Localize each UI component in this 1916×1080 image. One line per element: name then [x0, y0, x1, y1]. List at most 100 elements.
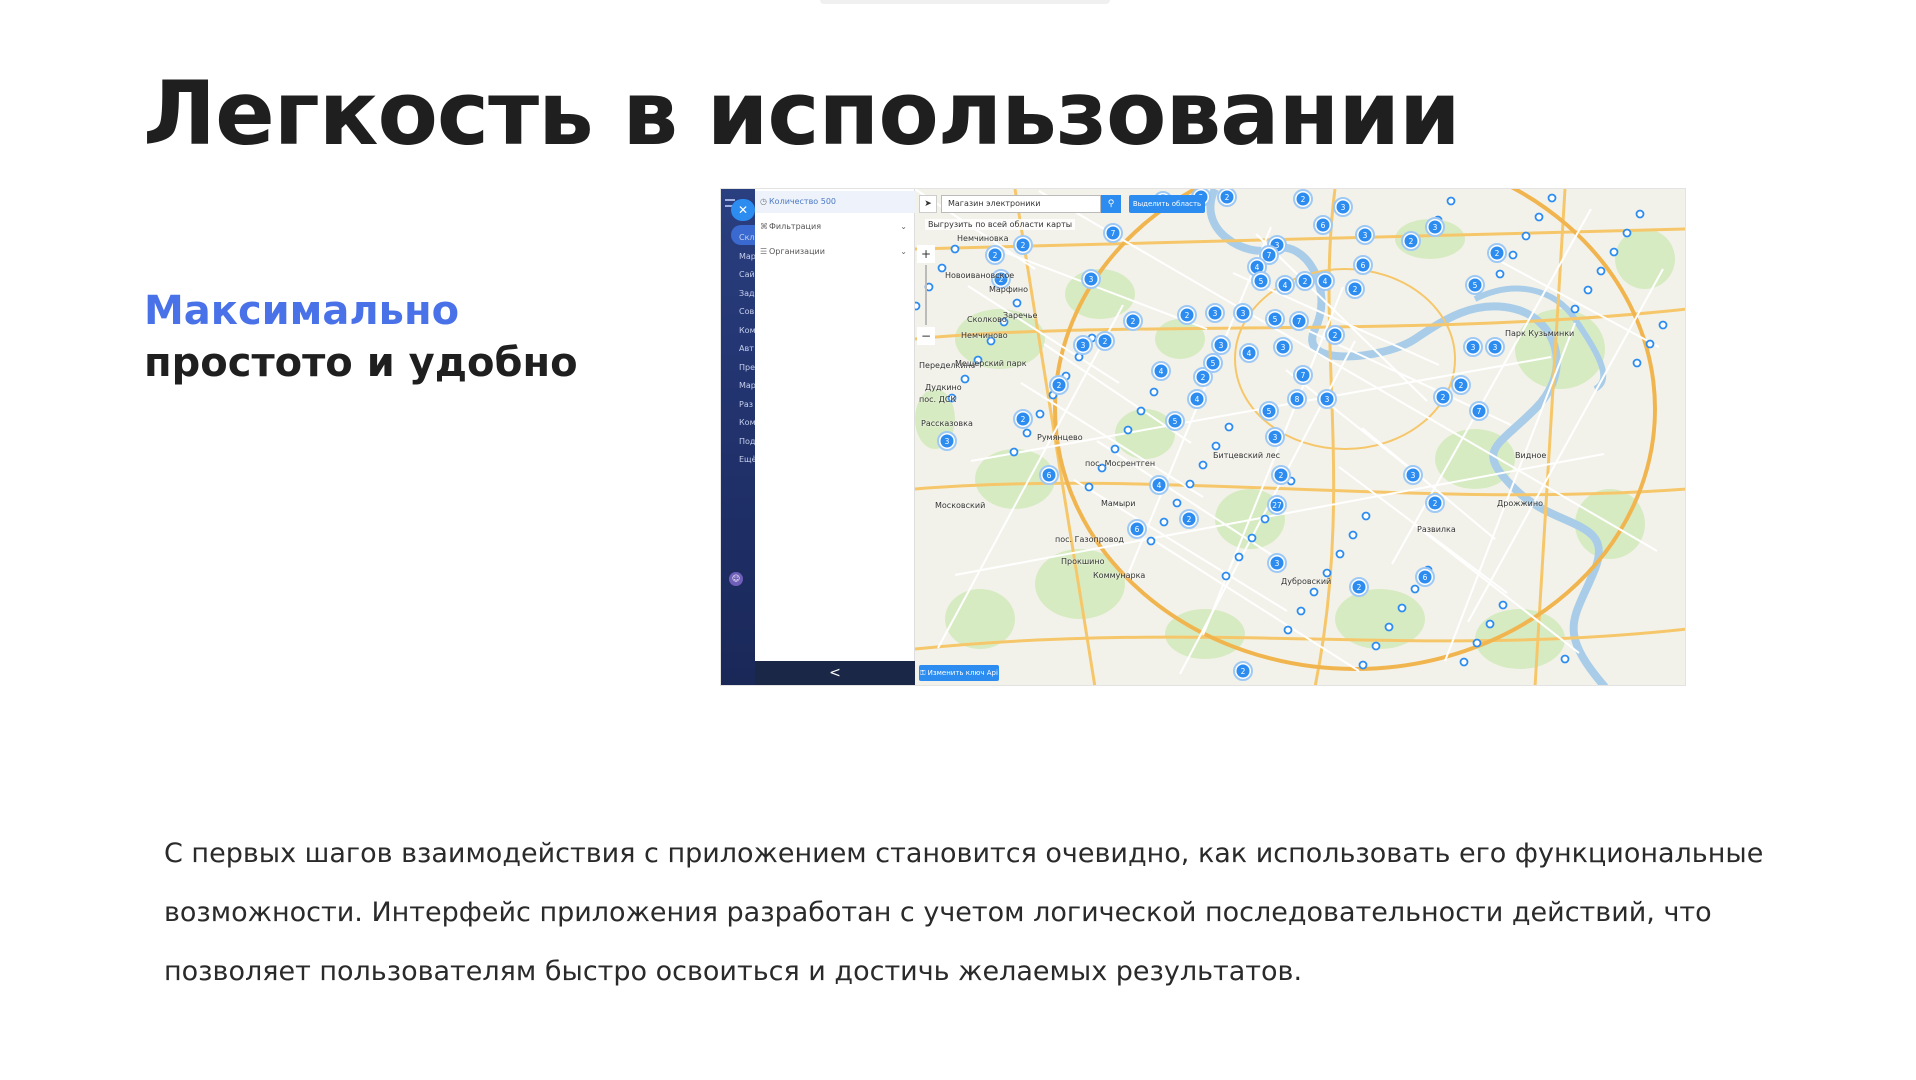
map-pin: [1596, 266, 1606, 276]
count-row[interactable]: ◷ Количество 500: [755, 191, 915, 213]
cluster-count: 7: [1301, 371, 1306, 380]
org-row[interactable]: ☰ Организации ⌄: [755, 241, 915, 263]
cluster-count: 3: [1273, 433, 1278, 442]
map-pin: [1645, 339, 1655, 349]
map-pin: [1084, 482, 1094, 492]
cluster-count: 5: [1267, 407, 1272, 416]
subtitle-rest: простото и удобно: [144, 340, 578, 386]
filter-row[interactable]: ⌘ Фильтрация ⌄: [755, 216, 915, 238]
map-place-label: Видное: [1515, 451, 1547, 460]
map-place-label: Московский: [935, 501, 986, 510]
map-pin: [1348, 530, 1358, 540]
cluster-count: 5: [1473, 281, 1478, 290]
cluster-count: 2: [1057, 381, 1062, 390]
close-panel-button[interactable]: ✕: [731, 199, 755, 221]
map-pin: [1012, 298, 1022, 308]
cluster-count: 7: [1477, 407, 1482, 416]
cluster-count: 2: [1303, 277, 1308, 286]
map-canvas[interactable]: 6222363722372234542462322332575323432334…: [915, 189, 1686, 686]
zoom-control: + −: [917, 245, 935, 345]
zoom-out-button[interactable]: −: [917, 327, 935, 345]
search-button[interactable]: ⚲: [1101, 195, 1121, 213]
cluster-count: 2: [1201, 373, 1206, 382]
cluster-count: 3: [1081, 341, 1086, 350]
count-icon: ◷: [760, 197, 767, 206]
map-pin: [1632, 358, 1642, 368]
cluster-count: 2: [1459, 381, 1464, 390]
cluster-count: 3: [1411, 471, 1416, 480]
map-pin: [1498, 600, 1508, 610]
map-view[interactable]: 6222363722372234542462322332575323432334…: [915, 189, 1686, 686]
description-text: С первых шагов взаимодействия с приложен…: [164, 838, 1764, 987]
cluster-count: 7: [1297, 317, 1302, 326]
map-pin: [1322, 568, 1332, 578]
zoom-slider[interactable]: [925, 265, 927, 325]
map-pin: [1309, 587, 1319, 597]
map-pin: [1570, 304, 1580, 314]
cluster-count: 5: [1211, 359, 1216, 368]
map-place-label: Дубровский: [1281, 577, 1332, 586]
change-api-key-button[interactable]: ⚿ Изменить ключ Api: [919, 665, 999, 681]
map-pin: [1283, 625, 1293, 635]
map-pin: [1234, 552, 1244, 562]
map-pin: [1198, 460, 1208, 470]
export-link[interactable]: Выгрузить по всей области карты: [925, 219, 1076, 230]
map-pin: [1224, 422, 1234, 432]
select-area-button[interactable]: Выделить область: [1129, 195, 1205, 213]
cluster-count: 3: [1471, 343, 1476, 352]
locate-icon[interactable]: ➤: [919, 195, 937, 213]
cluster-count: 2: [1433, 499, 1438, 508]
map-pin: [1260, 514, 1270, 524]
cluster-count: 2: [1225, 193, 1230, 202]
map-place-label: Сколково: [967, 315, 1007, 324]
map-pin: [1397, 603, 1407, 613]
map-place-label: Рассказовка: [921, 419, 973, 428]
map-place-label: Развилка: [1417, 525, 1456, 534]
page-title: Легкость в использовании: [143, 62, 1461, 165]
cluster-count: 3: [1281, 343, 1286, 352]
cluster-count: 4: [1323, 277, 1328, 286]
cluster-count: 2: [1333, 331, 1338, 340]
map-pin: [1159, 517, 1169, 527]
map-pin: [960, 374, 970, 384]
map-place-label: пос. ДСК: [919, 395, 957, 404]
cluster-count: 2: [1103, 337, 1108, 346]
map-place-label: Мамыри: [1101, 499, 1136, 508]
key-icon: ⚿: [920, 669, 928, 677]
avatar[interactable]: ☺: [729, 572, 743, 586]
map-pin: [1149, 387, 1159, 397]
map-place-label: Немчиново: [961, 331, 1008, 340]
cluster-count: 3: [1341, 203, 1346, 212]
cluster-count: 7: [1267, 251, 1272, 260]
cluster-count: 2: [1187, 515, 1192, 524]
road: [1313, 189, 1337, 685]
zoom-in-button[interactable]: +: [917, 245, 935, 263]
map-pin: [1609, 247, 1619, 257]
search-icon: ⚲: [1107, 199, 1115, 209]
green-area: [1615, 229, 1675, 289]
map-place-label: Коммунарка: [1093, 571, 1146, 580]
map-pin: [1658, 320, 1668, 330]
cluster-count: 3: [1089, 275, 1094, 284]
cluster-count: 2: [1441, 393, 1446, 402]
cluster-count: 6: [1321, 221, 1326, 230]
cluster-count: 6: [1047, 471, 1052, 480]
map-place-label: Битцевский лес: [1213, 451, 1281, 460]
app-sidebar-nav: ✕ Скл Мар Сай Зад Сов Ком Авт Пре Мар Раз Ком Под Ещ…: [721, 189, 757, 685]
map-place-label: Немчиновка: [957, 234, 1009, 243]
map-pin: [1521, 231, 1531, 241]
cluster-count: 2: [1353, 285, 1358, 294]
map-pin: [1185, 479, 1195, 489]
chevron-down-icon: ⌄: [900, 247, 907, 256]
cluster-count: 3: [1219, 341, 1224, 350]
map-place-label: Дудкино: [925, 383, 962, 392]
subtitle-accent: Максимально: [144, 288, 460, 334]
count-label: Количество 500: [769, 197, 837, 206]
map-pin: [1410, 584, 1420, 594]
map-place-label: Мещерский парк: [955, 359, 1027, 368]
cluster-count: 3: [1363, 231, 1368, 240]
search-input[interactable]: Магазин электроники: [941, 195, 1101, 213]
cluster-count: 6: [1361, 261, 1366, 270]
collapse-panel-button[interactable]: <: [755, 661, 915, 685]
map-pin: [1358, 660, 1368, 670]
